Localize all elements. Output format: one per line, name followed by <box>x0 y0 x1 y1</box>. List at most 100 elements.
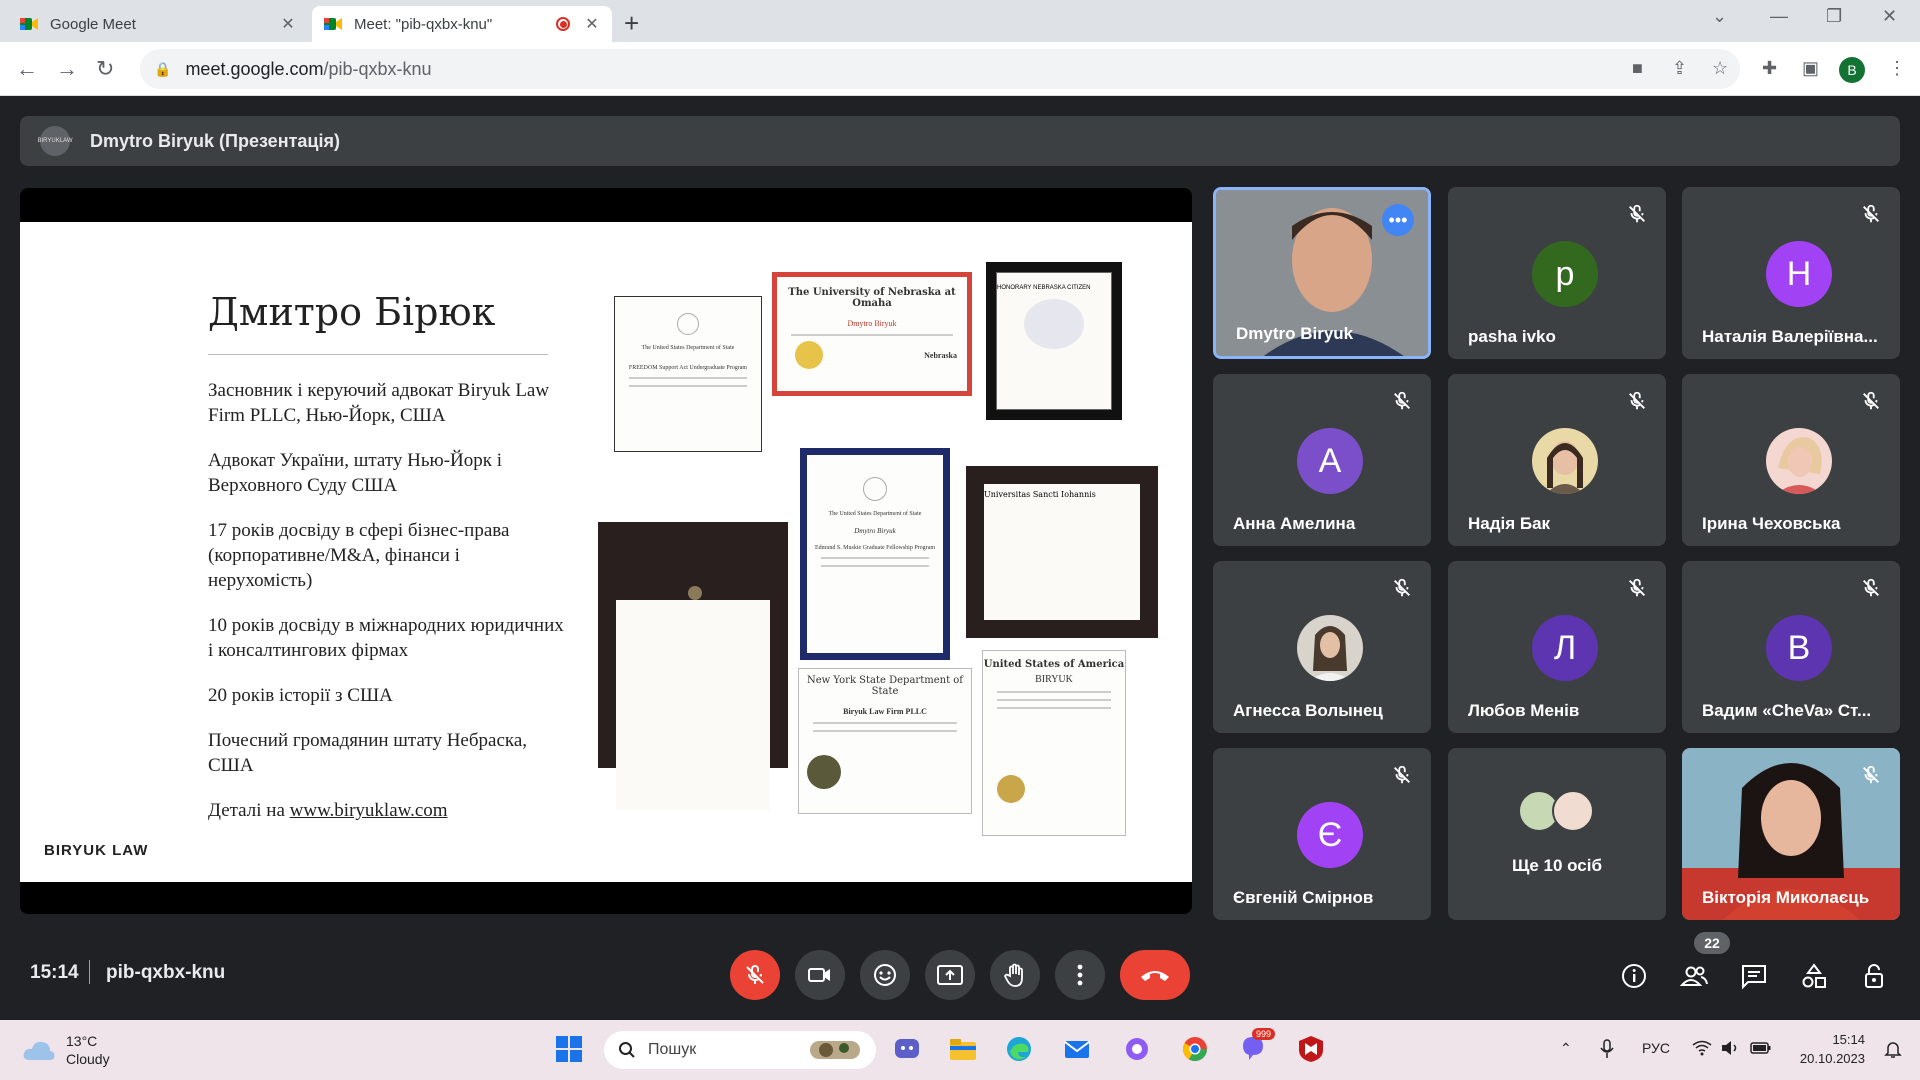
certificate-omaha: The University of Nebraska at Omaha Dmyt… <box>772 272 972 396</box>
browser-toolbar: ← → ↻ 🔒 meet.google.com /pib-qxbx-knu ■ … <box>0 42 1920 96</box>
restore-icon[interactable]: ❐ <box>1826 6 1842 27</box>
tab-strip: Google Meet ✕ Meet: "pib-qxbx-knu" ✕ + ⌄… <box>0 0 1920 42</box>
participant-tile[interactable]: p pasha ivko <box>1448 187 1666 359</box>
avatar: В <box>1766 615 1832 681</box>
tab-search-icon[interactable]: ⌄ <box>1712 6 1727 27</box>
back-icon[interactable]: ← <box>16 56 38 82</box>
volume-icon[interactable] <box>1720 1040 1740 1056</box>
mcafee-icon[interactable] <box>1296 1034 1326 1064</box>
tab-google-meet[interactable]: Google Meet ✕ <box>8 6 308 42</box>
cert-muskie-heading: The United States Department of State <box>828 511 922 517</box>
extensions-icon[interactable]: ✚ <box>1762 58 1777 79</box>
meet-favicon-icon <box>20 16 38 32</box>
slide-divider <box>208 354 548 355</box>
avatar: p <box>1532 241 1598 307</box>
presentation-stage: Дмитро Бірюк Засновник і керуючий адвока… <box>20 188 1192 914</box>
meeting-controls: 15:14 pib-qxbx-knu 22 <box>0 932 1920 1016</box>
microphone-icon[interactable] <box>1600 1038 1614 1060</box>
reload-icon[interactable]: ↻ <box>96 56 114 82</box>
participant-tile[interactable]: Л Любов Менів <box>1448 561 1666 733</box>
raise-hand-button[interactable] <box>990 950 1040 1000</box>
meeting-code: pib-qxbx-knu <box>106 962 226 983</box>
system-clock[interactable]: 15:14 20.10.2023 <box>1800 1030 1865 1068</box>
wifi-icon[interactable] <box>1692 1040 1712 1056</box>
participant-tile-others[interactable]: Ще 10 осіб <box>1448 748 1666 920</box>
people-icon[interactable] <box>1680 962 1708 990</box>
url-path: /pib-qxbx-knu <box>323 58 432 79</box>
show-hidden-icons-icon[interactable]: ⌃ <box>1560 1040 1572 1057</box>
participant-tile-dmytro[interactable]: ••• Dmytro Biryuk <box>1213 187 1431 359</box>
camera-toggle-button[interactable] <box>795 950 845 1000</box>
edge-icon[interactable] <box>1004 1034 1034 1064</box>
slide: Дмитро Бірюк Засновник і керуючий адвока… <box>20 222 1192 882</box>
activities-icon[interactable] <box>1800 962 1828 990</box>
tab-close-icon[interactable]: ✕ <box>584 14 600 34</box>
more-options-icon[interactable]: ••• <box>1382 204 1414 236</box>
file-explorer-icon[interactable] <box>948 1034 978 1064</box>
participant-tile[interactable]: Н Наталія Валеріївна... <box>1682 187 1900 359</box>
chrome-icon[interactable] <box>1180 1034 1210 1064</box>
tab-meet-call[interactable]: Meet: "pib-qxbx-knu" ✕ <box>312 6 612 42</box>
weather-widget[interactable]: 13°C Cloudy <box>22 1032 110 1068</box>
chat-icon[interactable] <box>1740 962 1768 990</box>
copilot-icon[interactable] <box>1122 1034 1152 1064</box>
forward-icon[interactable]: → <box>56 56 78 82</box>
certificate-ny-state: New York State Department of State Biryu… <box>798 668 972 814</box>
reactions-button[interactable] <box>860 950 910 1000</box>
side-panel-icon[interactable]: ▣ <box>1802 58 1819 79</box>
present-screen-button[interactable] <box>925 950 975 1000</box>
participant-tile[interactable]: Надія Бак <box>1448 374 1666 546</box>
more-options-button[interactable] <box>1055 950 1105 1000</box>
cert-omaha-name: Dmytro Biryuk <box>847 319 897 328</box>
browser-menu-icon[interactable]: ⋮ <box>1888 58 1906 79</box>
details-prefix: Деталі на <box>208 800 290 821</box>
teams-chat-icon[interactable] <box>892 1034 922 1064</box>
participant-name: Агнесса Волынец <box>1233 701 1383 720</box>
participant-tile-viktoria[interactable]: Вікторія Миколаєць <box>1682 748 1900 920</box>
cert-muskie-name: Dmytro Biryuk <box>854 527 896 535</box>
leave-call-button[interactable] <box>1120 950 1190 1000</box>
mail-icon[interactable] <box>1062 1034 1092 1064</box>
presentation-title: Dmytro Biryuk (Презентація) <box>90 130 340 151</box>
participant-tile[interactable]: В Вадим «CheVa» Ст... <box>1682 561 1900 733</box>
mic-off-icon <box>1863 765 1879 784</box>
notifications-icon[interactable] <box>1884 1040 1902 1058</box>
tab-title: Google Meet <box>50 15 136 33</box>
battery-icon[interactable] <box>1750 1040 1772 1056</box>
slide-bullet: Засновник і керуючий адвокат Biryuk Law … <box>208 380 550 426</box>
bookmark-star-icon[interactable]: ☆ <box>1712 58 1728 79</box>
mic-off-icon <box>746 965 764 984</box>
mic-toggle-button[interactable] <box>730 950 780 1000</box>
profile-avatar[interactable]: B <box>1839 57 1865 83</box>
participant-name: pasha ivko <box>1468 327 1556 346</box>
cert-us-title: United States of America <box>983 659 1125 670</box>
camera-icon <box>808 968 830 982</box>
participant-name: Dmytro Biryuk <box>1236 324 1354 343</box>
search-icon <box>619 1042 635 1058</box>
new-tab-icon[interactable]: + <box>624 8 639 39</box>
website-link[interactable]: www.biryuklaw.com <box>290 800 448 821</box>
cert-sjsu-title: Universitas Sancti Iohannis <box>984 490 1096 499</box>
windows-start-icon[interactable] <box>554 1034 584 1064</box>
lock-icon: 🔒 <box>154 60 172 77</box>
language-indicator[interactable]: РУС <box>1642 1040 1670 1056</box>
participant-tile[interactable]: Є Євгеній Смірнов <box>1213 748 1431 920</box>
tab-close-icon[interactable]: ✕ <box>280 14 296 34</box>
participant-name: Вадим «CheVa» Ст... <box>1702 701 1872 720</box>
minimize-icon[interactable]: — <box>1770 6 1788 27</box>
info-icon[interactable] <box>1620 962 1648 990</box>
share-icon[interactable]: ⇪ <box>1672 58 1687 79</box>
viber-button[interactable]: 999 <box>1238 1028 1276 1069</box>
cloud-icon <box>23 1041 55 1060</box>
mic-off-icon <box>1863 578 1879 597</box>
slide-title: Дмитро Бірюк <box>208 290 496 334</box>
close-window-icon[interactable]: ✕ <box>1882 6 1897 27</box>
host-controls-icon[interactable] <box>1860 962 1888 990</box>
address-bar[interactable]: 🔒 meet.google.com /pib-qxbx-knu <box>140 49 1740 89</box>
taskbar-search[interactable]: Пошук <box>604 1031 876 1069</box>
camera-icon[interactable]: ■ <box>1632 58 1643 79</box>
participant-tile[interactable]: А Анна Амелина <box>1213 374 1431 546</box>
participant-tile[interactable]: Ірина Чеховська <box>1682 374 1900 546</box>
participant-tile[interactable]: Агнесса Волынец <box>1213 561 1431 733</box>
mic-off-icon <box>1629 391 1645 410</box>
